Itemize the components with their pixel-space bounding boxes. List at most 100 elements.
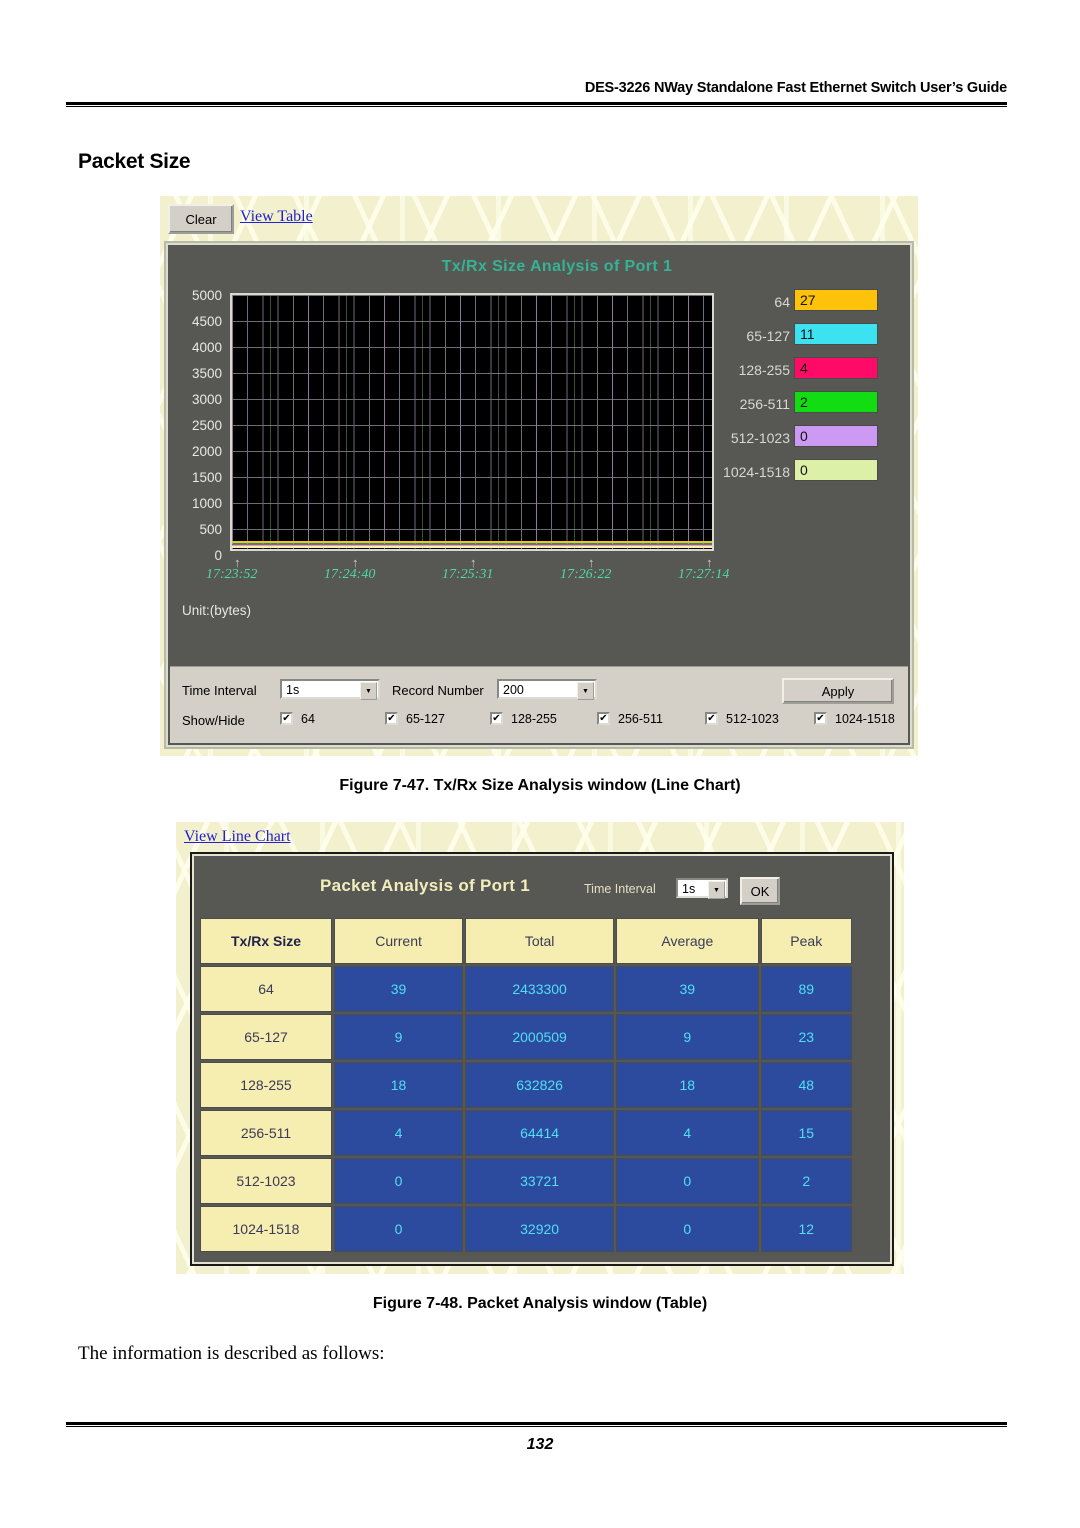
time-interval-label: Time Interval bbox=[182, 683, 257, 698]
view-line-chart-link[interactable]: View Line Chart bbox=[184, 828, 291, 846]
chart-controls: Time Interval 1s ▼ Record Number 200 ▼ A… bbox=[170, 666, 908, 743]
time-interval-value: 1s bbox=[682, 882, 696, 896]
chart-panel: Tx/Rx Size Analysis of Port 1 5000 4500 … bbox=[166, 243, 912, 747]
document-page: DES-3226 NWay Standalone Fast Ethernet S… bbox=[0, 0, 1080, 1528]
plot-area bbox=[230, 293, 714, 551]
checkbox-1024-1518[interactable]: ✔ bbox=[814, 712, 827, 725]
cell-peak: 48 bbox=[760, 1062, 852, 1108]
legend-value-swatch: 0 bbox=[794, 459, 878, 481]
chevron-down-icon[interactable]: ▼ bbox=[577, 682, 594, 700]
figure-caption-7-47: Figure 7-47. Tx/Rx Size Analysis window … bbox=[339, 777, 741, 794]
y-tick: 500 bbox=[199, 522, 222, 537]
column-header-average: Average bbox=[616, 918, 759, 964]
record-number-value: 200 bbox=[503, 683, 524, 697]
legend-value-swatch: 27 bbox=[794, 289, 878, 311]
checkbox-label-128-255: 128-255 bbox=[511, 712, 557, 726]
cell-total: 2000509 bbox=[465, 1014, 615, 1060]
column-header-peak: Peak bbox=[760, 918, 852, 964]
y-tick: 5000 bbox=[191, 288, 222, 303]
ok-button[interactable]: OK bbox=[740, 877, 780, 905]
column-header-total: Total bbox=[465, 918, 615, 964]
time-interval-value: 1s bbox=[286, 683, 300, 697]
record-number-select[interactable]: 200 ▼ bbox=[497, 679, 597, 700]
checkbox-label-65-127: 65-127 bbox=[406, 712, 445, 726]
time-interval-label: Time Interval bbox=[584, 882, 656, 896]
cell-total: 32920 bbox=[465, 1206, 615, 1252]
packet-analysis-table: Tx/Rx Size Current Total Average Peak 64… bbox=[198, 916, 854, 1254]
series-line-128-255 bbox=[232, 544, 712, 545]
view-table-link[interactable]: View Table bbox=[240, 208, 313, 226]
checkbox-label-256-511: 256-511 bbox=[618, 712, 663, 726]
legend-item-256-511: 256-511 2 bbox=[728, 391, 904, 425]
table-row: 256-511 4 64414 4 15 bbox=[200, 1110, 852, 1156]
cell-peak: 12 bbox=[760, 1206, 852, 1252]
cell-peak: 89 bbox=[760, 966, 852, 1012]
row-label: 512-1023 bbox=[200, 1158, 332, 1204]
row-label: 256-511 bbox=[200, 1110, 332, 1156]
cell-peak: 2 bbox=[760, 1158, 852, 1204]
legend-item-65-127: 65-127 11 bbox=[728, 323, 904, 357]
row-label: 128-255 bbox=[200, 1062, 332, 1108]
cell-current: 0 bbox=[334, 1206, 464, 1252]
checkbox-label-1024-1518: 1024-1518 bbox=[835, 712, 895, 726]
checkbox-512-1023[interactable]: ✔ bbox=[705, 712, 718, 725]
clear-button[interactable]: Clear bbox=[168, 204, 234, 234]
y-tick: 4000 bbox=[191, 340, 222, 355]
x-tick-label: 17:25:31 bbox=[442, 567, 494, 582]
cell-total: 64414 bbox=[465, 1110, 615, 1156]
x-tick-label: 17:24:40 bbox=[324, 567, 376, 582]
y-tick: 3500 bbox=[191, 366, 222, 381]
checkbox-65-127[interactable]: ✔ bbox=[385, 712, 398, 725]
apply-button[interactable]: Apply bbox=[782, 678, 894, 704]
cell-average: 18 bbox=[616, 1062, 759, 1108]
cell-average: 9 bbox=[616, 1014, 759, 1060]
legend-item-128-255: 128-255 4 bbox=[728, 357, 904, 391]
packet-analysis-title: Packet Analysis of Port 1 bbox=[320, 876, 531, 895]
checkbox-64[interactable]: ✔ bbox=[280, 712, 293, 725]
x-axis-ticks: ↑ ↑ ↑ ↑ ↑ bbox=[230, 555, 718, 570]
series-baseline bbox=[232, 546, 712, 548]
table-row: 64 39 2433300 39 89 bbox=[200, 966, 852, 1012]
legend-item-1024-1518: 1024-1518 0 bbox=[723, 459, 904, 493]
cell-current: 0 bbox=[334, 1158, 464, 1204]
checkbox-128-255[interactable]: ✔ bbox=[490, 712, 503, 725]
x-tick-label: 17:26:22 bbox=[560, 567, 612, 582]
cell-average: 0 bbox=[616, 1206, 759, 1252]
cell-peak: 15 bbox=[760, 1110, 852, 1156]
unit-label: Unit:(bytes) bbox=[182, 603, 252, 618]
running-header: DES-3226 NWay Standalone Fast Ethernet S… bbox=[584, 80, 1007, 96]
legend-value-swatch: 11 bbox=[794, 323, 878, 345]
plot-grid-tint bbox=[232, 295, 712, 549]
chart-title: Tx/Rx Size Analysis of Port 1 bbox=[441, 258, 673, 275]
y-tick: 2500 bbox=[191, 418, 222, 433]
cell-total: 632826 bbox=[465, 1062, 615, 1108]
plot-grid bbox=[230, 293, 714, 551]
column-header-tx-rx-size: Tx/Rx Size bbox=[200, 918, 332, 964]
chevron-down-icon[interactable]: ▼ bbox=[360, 682, 377, 700]
legend-label: 256-511 bbox=[739, 396, 790, 412]
time-interval-select[interactable]: 1s ▼ bbox=[280, 679, 380, 700]
y-tick: 1000 bbox=[191, 496, 222, 511]
legend-label: 64 bbox=[774, 294, 790, 310]
packet-analysis-window: View Line Chart Packet Analysis of Port … bbox=[176, 822, 904, 1274]
tx-rx-size-analysis-window: Clear View Table Tx/Rx Size Analysis of … bbox=[160, 196, 918, 756]
page-number: 132 bbox=[526, 1436, 554, 1453]
header-rule-thin bbox=[66, 106, 1007, 107]
cell-total: 33721 bbox=[465, 1158, 615, 1204]
x-tick-label: 17:27:14 bbox=[678, 567, 730, 582]
legend-label: 128-255 bbox=[738, 362, 790, 378]
cell-peak: 23 bbox=[760, 1014, 852, 1060]
legend-item-64: 64 27 bbox=[728, 289, 904, 323]
checkbox-256-511[interactable]: ✔ bbox=[597, 712, 610, 725]
time-interval-select[interactable]: 1s ▼ bbox=[676, 878, 728, 899]
y-tick: 1500 bbox=[191, 470, 222, 485]
chevron-down-icon[interactable]: ▼ bbox=[708, 881, 725, 899]
table-row: 512-1023 0 33721 0 2 bbox=[200, 1158, 852, 1204]
cell-total: 2433300 bbox=[465, 966, 615, 1012]
cell-current: 39 bbox=[334, 966, 464, 1012]
legend-value-swatch: 0 bbox=[794, 425, 878, 447]
footer-rule-thin bbox=[66, 1426, 1007, 1427]
chart-legend: 64 27 65-127 11 128-255 4 256-511 2 512-… bbox=[723, 289, 904, 493]
table-header-row: Tx/Rx Size Current Total Average Peak bbox=[200, 918, 852, 964]
series-line-64 bbox=[232, 541, 712, 543]
